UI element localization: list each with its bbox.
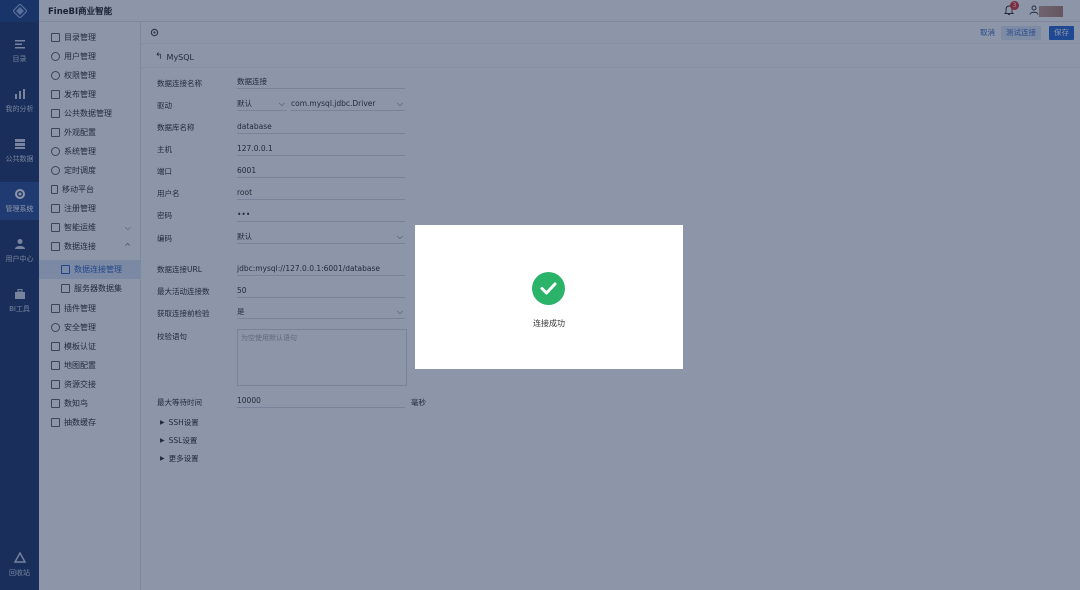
success-dialog: 连接成功 bbox=[415, 225, 683, 369]
success-check-icon bbox=[532, 272, 565, 305]
success-message: 连接成功 bbox=[533, 319, 565, 328]
